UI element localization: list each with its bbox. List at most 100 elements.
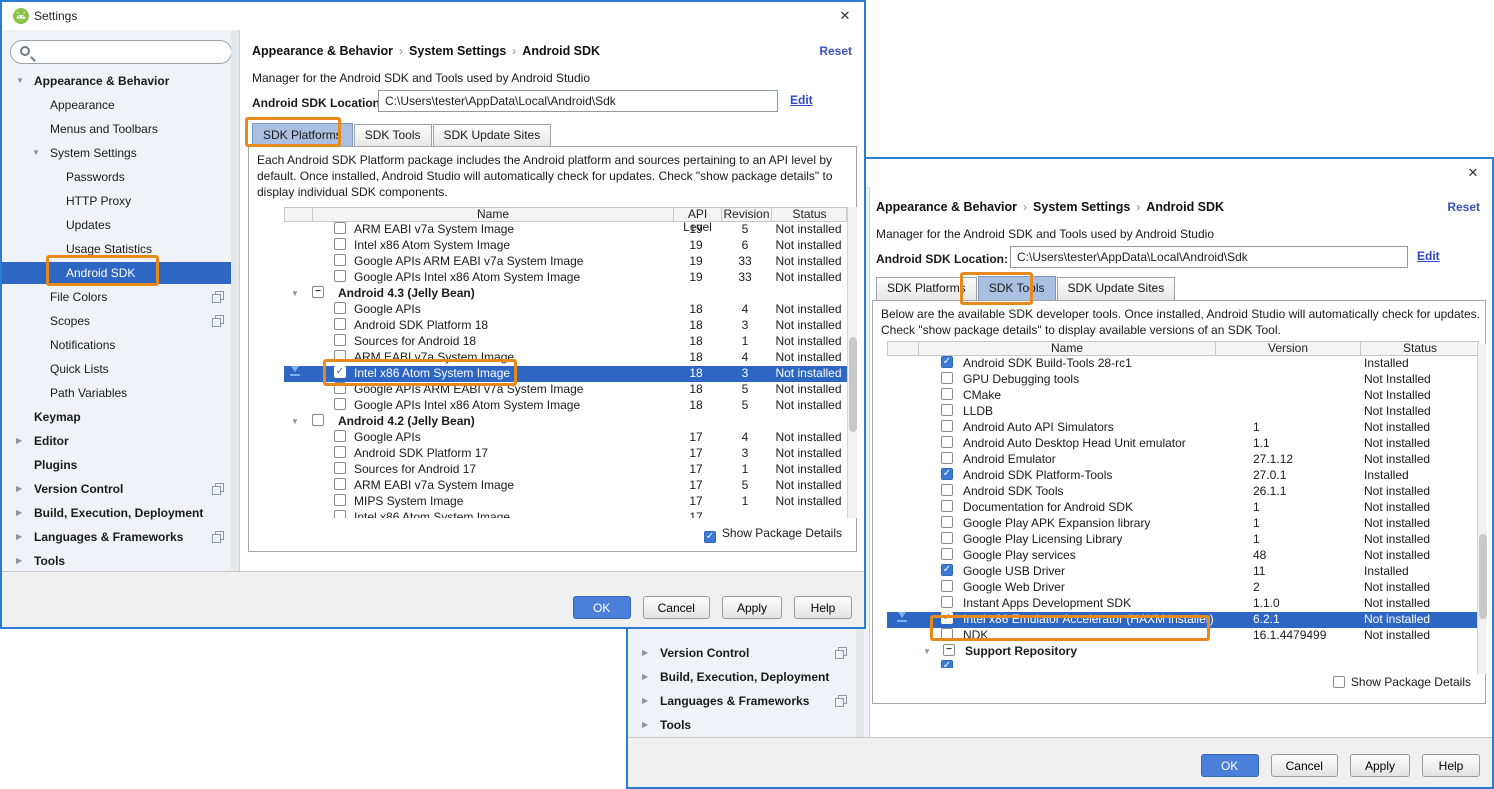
table-row[interactable]: Google APIs ARM EABI v7a System Image193… [284, 254, 847, 270]
table-row[interactable]: ✓Intel x86 Atom System Image183Not insta… [284, 366, 847, 382]
row-checkbox[interactable] [941, 628, 953, 640]
sidebar-item-system-settings[interactable]: ▼System Settings [2, 143, 239, 163]
sidebar-item-passwords[interactable]: Passwords [2, 167, 239, 187]
row-checkbox[interactable] [941, 516, 953, 528]
breadcrumb-item[interactable]: Android SDK [522, 44, 600, 58]
row-checkbox[interactable] [334, 350, 346, 362]
row-checkbox[interactable] [941, 404, 953, 416]
tab-sdk-update-sites[interactable]: SDK Update Sites [433, 124, 552, 147]
row-checkbox[interactable] [334, 462, 346, 474]
row-checkbox[interactable] [334, 254, 346, 266]
row-checkbox[interactable] [334, 398, 346, 410]
sidebar-item-menus-and-toolbars[interactable]: Menus and Toolbars [2, 119, 239, 139]
row-checkbox[interactable] [941, 436, 953, 448]
table-row[interactable]: Instant Apps Development SDK1.1.0Not ins… [887, 596, 1479, 612]
row-checkbox[interactable] [334, 494, 346, 506]
table-row[interactable]: Android Auto Desktop Head Unit emulator1… [887, 436, 1479, 452]
sidebar-item-plugins[interactable]: Plugins [2, 455, 239, 475]
edit-link[interactable]: Edit [1417, 249, 1440, 263]
table-row[interactable]: ✓Intel x86 Emulator Accelerator (HAXM in… [887, 612, 1479, 628]
row-checkbox[interactable] [941, 548, 953, 560]
sidebar-item-scopes[interactable]: Scopes [2, 311, 239, 331]
table-scrollbar[interactable] [1477, 344, 1487, 674]
row-checkbox[interactable]: ✓ [941, 660, 953, 668]
row-checkbox[interactable] [941, 420, 953, 432]
sidebar-item-version-control[interactable]: ▶Version Control [628, 643, 869, 663]
row-checkbox[interactable] [312, 414, 324, 426]
row-checkbox[interactable] [941, 452, 953, 464]
row-checkbox[interactable] [941, 484, 953, 496]
scrollbar-thumb[interactable] [1479, 534, 1487, 619]
table-row[interactable]: Google Play Licensing Library1Not instal… [887, 532, 1479, 548]
sidebar-item-http-proxy[interactable]: HTTP Proxy [2, 191, 239, 211]
sidebar-item-languages-frameworks[interactable]: ▶Languages & Frameworks [628, 691, 869, 711]
row-checkbox[interactable] [941, 580, 953, 592]
table-row[interactable]: ▼−Android 4.3 (Jelly Bean) [284, 286, 847, 302]
table-row[interactable]: ARM EABI v7a System Image195Not installe… [284, 222, 847, 238]
table-scrollbar[interactable] [847, 207, 857, 518]
ok-button[interactable]: OK [573, 596, 631, 619]
row-checkbox[interactable]: ✓ [941, 356, 953, 368]
row-checkbox[interactable] [334, 318, 346, 330]
row-checkbox[interactable] [334, 238, 346, 250]
row-checkbox[interactable]: ✓ [941, 468, 953, 480]
sidebar-item-languages-frameworks[interactable]: ▶Languages & Frameworks [2, 527, 239, 547]
table-row[interactable]: Intel x86 Atom System Image17 [284, 510, 847, 518]
tab-sdk-tools[interactable]: SDK Tools [978, 276, 1056, 300]
row-checkbox[interactable] [334, 382, 346, 394]
search-input[interactable] [37, 43, 223, 61]
reset-link[interactable]: Reset [1447, 200, 1480, 214]
table-row[interactable]: Google APIs174Not installed [284, 430, 847, 446]
close-icon[interactable]: ✕ [836, 7, 854, 25]
table-row[interactable]: Android SDK Platform 17173Not installed [284, 446, 847, 462]
sidebar-item-tools[interactable]: ▶Tools [2, 551, 239, 571]
help-button[interactable]: Help [1422, 754, 1480, 777]
table-row[interactable]: CMakeNot Installed [887, 388, 1479, 404]
tab-sdk-update-sites[interactable]: SDK Update Sites [1057, 277, 1176, 300]
row-checkbox[interactable] [941, 372, 953, 384]
table-row[interactable]: Google APIs Intel x86 Atom System Image1… [284, 270, 847, 286]
table-row[interactable]: Google APIs ARM EABI v7a System Image185… [284, 382, 847, 398]
table-row[interactable]: Intel x86 Atom System Image196Not instal… [284, 238, 847, 254]
show-package-details[interactable]: ✓Show Package Details [704, 526, 842, 542]
row-checkbox[interactable]: ✓ [941, 612, 953, 624]
sidebar-item-tools[interactable]: ▶Tools [628, 715, 869, 735]
table-row[interactable]: ARM EABI v7a System Image175Not installe… [284, 478, 847, 494]
table-row[interactable]: ▼Android 4.2 (Jelly Bean) [284, 414, 847, 430]
table-row[interactable]: Android Auto API Simulators1Not installe… [887, 420, 1479, 436]
table-row[interactable]: Google Web Driver2Not installed [887, 580, 1479, 596]
breadcrumb-item[interactable]: Appearance & Behavior [252, 44, 393, 58]
table-row[interactable]: Google Play APK Expansion library1Not in… [887, 516, 1479, 532]
sidebar-item-appearance[interactable]: Appearance [2, 95, 239, 115]
show-package-details-checkbox[interactable]: ✓ [704, 531, 716, 543]
row-checkbox[interactable]: ✓ [941, 564, 953, 576]
row-checkbox[interactable]: − [312, 286, 324, 298]
table-row[interactable]: ✓ [887, 660, 1479, 668]
table-row[interactable]: Sources for Android 17171Not installed [284, 462, 847, 478]
tab-sdk-platforms[interactable]: SDK Platforms [876, 277, 977, 300]
table-row[interactable]: LLDBNot Installed [887, 404, 1479, 420]
table-row[interactable]: Google Play services48Not installed [887, 548, 1479, 564]
breadcrumb-item[interactable]: Android SDK [1146, 200, 1224, 214]
table-row[interactable]: Google APIs Intel x86 Atom System Image1… [284, 398, 847, 414]
sidebar-item-build-execution-deployment[interactable]: ▶Build, Execution, Deployment [2, 503, 239, 523]
sidebar-item-path-variables[interactable]: Path Variables [2, 383, 239, 403]
table-row[interactable]: MIPS System Image171Not installed [284, 494, 847, 510]
sidebar-item-notifications[interactable]: Notifications [2, 335, 239, 355]
row-checkbox[interactable] [941, 388, 953, 400]
table-row[interactable]: ✓Android SDK Build-Tools 28-rc1Installed [887, 356, 1479, 372]
close-icon[interactable]: ✕ [1464, 164, 1482, 182]
sidebar-item-android-sdk[interactable]: Android SDK [2, 263, 239, 283]
table-row[interactable]: ▼−Support Repository [887, 644, 1479, 660]
sidebar-item-version-control[interactable]: ▶Version Control [2, 479, 239, 499]
table-row[interactable]: NDK16.1.4479499Not installed [887, 628, 1479, 644]
sidebar-item-editor[interactable]: ▶Editor [2, 431, 239, 451]
apply-button[interactable]: Apply [722, 596, 782, 619]
sidebar-item-usage-statistics[interactable]: Usage Statistics [2, 239, 239, 259]
row-checkbox[interactable]: ✓ [334, 366, 346, 378]
show-package-details-checkbox[interactable] [1333, 676, 1345, 688]
cancel-button[interactable]: Cancel [1271, 754, 1338, 777]
row-checkbox[interactable] [334, 478, 346, 490]
sdk-location-input[interactable] [378, 90, 778, 112]
table-row[interactable]: Google APIs184Not installed [284, 302, 847, 318]
